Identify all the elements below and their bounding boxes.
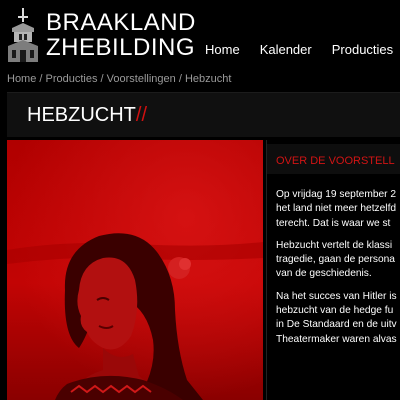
logo-line-1: BRAAKLAND: [46, 9, 196, 36]
paragraph-line: terecht. Dat is waar we st: [276, 217, 391, 229]
production-photo: [7, 140, 263, 400]
breadcrumb-separator: /: [175, 73, 185, 85]
breadcrumb: Home / Producties / Voorstellingen / Heb…: [7, 73, 231, 85]
breadcrumb-home[interactable]: Home: [7, 73, 36, 85]
paragraph-line: van de geschiedenis.: [276, 268, 372, 280]
nav-kalender[interactable]: Kalender: [260, 42, 312, 57]
paragraph-line: het land niet meer hetzelfd: [276, 203, 397, 215]
main-nav: Home Kalender Producties: [205, 42, 400, 57]
production-info-panel: OVER DE VOORSTELL Op vrijdag 19 septembe…: [266, 140, 400, 400]
production-photo-image: [7, 140, 263, 400]
panel-title: OVER DE VOORSTELL: [276, 155, 395, 167]
nav-producties[interactable]: Producties: [332, 42, 393, 57]
breadcrumb-separator: /: [97, 73, 107, 85]
page-title-text: HEBZUCHT: [27, 104, 136, 126]
logo-wordmark: BRAAKLAND ZHEBILDING: [46, 10, 196, 60]
page-title: HEBZUCHT//: [27, 104, 147, 127]
paragraph-line: hebzucht van de hedge fu: [276, 305, 394, 317]
panel-body: Op vrijdag 19 september 2 het land niet …: [276, 180, 400, 355]
paragraph-line: Op vrijdag 19 september 2: [276, 189, 397, 200]
paragraph-line: in De Standaard en de uitv: [276, 319, 397, 331]
page-title-bar: HEBZUCHT//: [7, 92, 400, 137]
breadcrumb-current: Hebzucht: [184, 73, 232, 85]
panel-header: OVER DE VOORSTELL: [267, 144, 400, 174]
breadcrumb-voorstellingen[interactable]: Voorstellingen: [107, 73, 176, 85]
church-tower-icon: [8, 8, 38, 62]
paragraph-line: tragedie, gaan de persona: [276, 254, 395, 266]
paragraph-line: Hebzucht vertelt de klassi: [276, 239, 393, 251]
breadcrumb-separator: /: [36, 73, 46, 85]
title-accent: //: [135, 104, 148, 126]
breadcrumb-producties[interactable]: Producties: [46, 73, 98, 85]
paragraph-line: Na het succes van Hitler is: [276, 290, 397, 302]
site-header: BRAAKLAND ZHEBILDING Home Kalender Produ…: [0, 0, 400, 70]
nav-home[interactable]: Home: [205, 42, 240, 57]
site-logo[interactable]: BRAAKLAND ZHEBILDING: [6, 6, 195, 64]
logo-line-2: ZHEBILDING: [46, 34, 196, 61]
paragraph-line: Theatermaker waren alvas: [276, 333, 397, 345]
